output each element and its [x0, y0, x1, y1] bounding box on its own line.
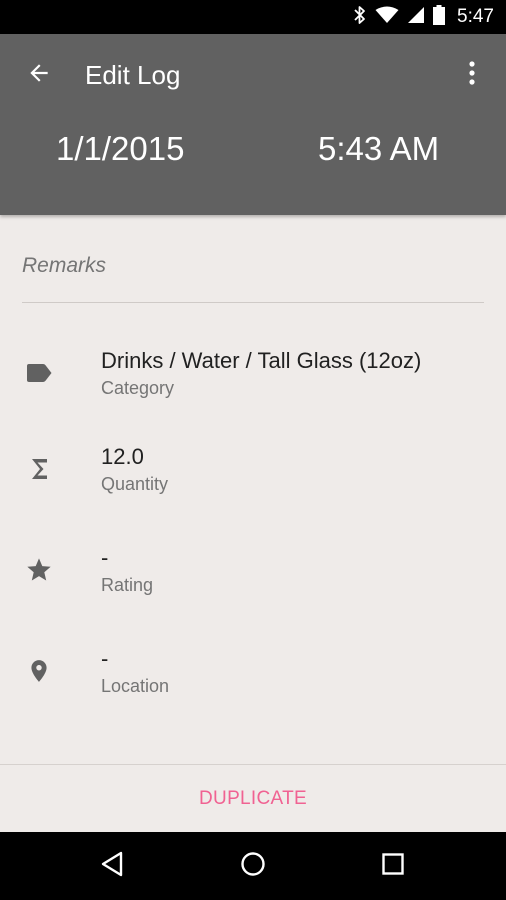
duplicate-button[interactable]: DUPLICATE	[0, 766, 506, 832]
tag-icon	[24, 358, 54, 388]
remarks-input[interactable]	[22, 248, 484, 284]
category-label: Category	[101, 378, 175, 398]
location-value: -	[101, 646, 109, 671]
category-value: Drinks / Water / Tall Glass (12oz)	[101, 348, 422, 373]
date-picker[interactable]: 1/1/2015	[56, 129, 184, 169]
quantity-label: Quantity	[101, 474, 169, 494]
app-bar: Edit Log 1/1/2015 5:43 AM	[0, 34, 506, 215]
status-time: 5:47	[457, 6, 494, 27]
bluetooth-icon	[353, 5, 367, 30]
location-row[interactable]: - Location	[0, 638, 506, 728]
footer-divider	[0, 764, 506, 765]
remarks-field[interactable]	[22, 248, 484, 303]
rating-label: Rating	[101, 575, 154, 595]
location-label: Location	[101, 676, 170, 696]
wifi-icon	[375, 6, 399, 29]
status-bar: 5:47	[0, 0, 506, 34]
battery-icon	[433, 4, 446, 30]
sigma-icon	[24, 454, 54, 484]
home-nav-icon	[240, 851, 266, 882]
signal-icon	[407, 6, 425, 29]
recents-nav-icon	[382, 852, 404, 880]
category-row[interactable]: Drinks / Water / Tall Glass (12oz) Categ…	[0, 340, 506, 430]
rating-value: -	[101, 545, 109, 570]
quantity-row[interactable]: 12.0 Quantity	[0, 436, 506, 526]
arrow-back-icon	[26, 60, 52, 91]
location-pin-icon	[24, 656, 54, 686]
overflow-menu-button[interactable]	[460, 58, 484, 92]
status-icons: 5:47	[353, 0, 494, 34]
more-vert-icon	[468, 60, 476, 91]
back-nav-button[interactable]	[94, 848, 130, 884]
home-nav-button[interactable]	[235, 848, 271, 884]
quantity-value: 12.0	[101, 444, 144, 469]
back-nav-icon	[100, 851, 124, 882]
back-button[interactable]	[22, 58, 56, 92]
star-icon	[24, 555, 54, 585]
recents-nav-button[interactable]	[375, 848, 411, 884]
rating-row[interactable]: - Rating	[0, 537, 506, 627]
page-title: Edit Log	[85, 60, 181, 90]
time-picker[interactable]: 5:43 AM	[318, 129, 439, 169]
navigation-bar	[0, 832, 506, 900]
